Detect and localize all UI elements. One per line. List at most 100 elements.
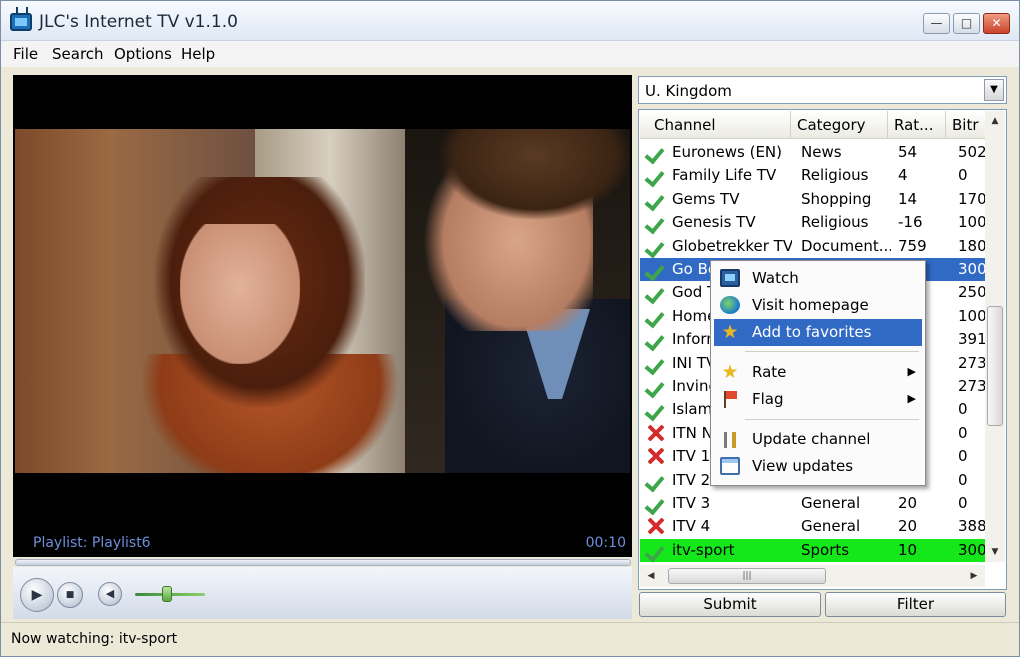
- cell-bitrate: 0: [958, 166, 968, 185]
- menu-item-add-to-favorites[interactable]: ★ Add to favorites: [714, 319, 922, 346]
- cell-category: General: [801, 517, 861, 536]
- cell-bitrate: 100: [958, 213, 987, 232]
- cell-bitrate: 273: [958, 377, 987, 395]
- cell-bitrate: 180: [958, 236, 987, 255]
- table-row[interactable]: Globetrekker TV Document... 759 180: [640, 235, 987, 258]
- cell-channel: ITV 4: [672, 517, 711, 536]
- cell-rating: 20: [898, 494, 918, 512]
- mute-button[interactable]: ◀: [98, 582, 122, 606]
- menu-item-label: Flag: [752, 390, 784, 408]
- column-header-rating[interactable]: Rat...: [888, 111, 946, 139]
- menu-item-label: Visit homepage: [752, 296, 869, 314]
- cell-channel: Gems TV: [672, 189, 740, 208]
- cell-category: Document...: [801, 236, 891, 255]
- table-row[interactable]: itv-sport Sports 10 300: [640, 538, 987, 562]
- menu-help[interactable]: Help: [181, 45, 215, 63]
- check-icon: [645, 164, 667, 187]
- check-icon: [645, 375, 667, 398]
- menu-item-label: Watch: [752, 269, 799, 287]
- menu-item-label: Add to favorites: [752, 323, 872, 341]
- menu-item-flag[interactable]: Flag ▶: [714, 386, 922, 413]
- minimize-button[interactable]: —: [923, 13, 950, 34]
- check-icon: [645, 211, 667, 234]
- table-row[interactable]: Genesis TV Religious -16 100: [640, 211, 987, 234]
- menu-item-visit-homepage[interactable]: Visit homepage: [714, 292, 922, 319]
- cross-icon: [645, 445, 667, 468]
- playlist-label: Playlist: Playlist6: [33, 535, 151, 551]
- title-bar[interactable]: JLC's Internet TV v1.1.0 — □ ✕: [1, 1, 1019, 41]
- table-row[interactable]: ITV 3 General 20 0: [640, 492, 986, 515]
- column-header-bitrate[interactable]: Bitr: [946, 111, 986, 139]
- check-icon: [645, 141, 667, 164]
- cell-rating: 4: [898, 166, 908, 185]
- menu-item-update-channel[interactable]: Update channel: [714, 426, 922, 453]
- country-dropdown[interactable]: U. Kingdom ▼: [638, 76, 1007, 104]
- menu-separator: [745, 351, 919, 352]
- submit-button[interactable]: Submit: [639, 592, 821, 617]
- scroll-left-icon[interactable]: ◀: [643, 568, 659, 584]
- table-row[interactable]: ITV 4 General 20 388: [640, 515, 987, 538]
- star-icon: ★: [721, 321, 739, 343]
- scroll-right-icon[interactable]: ▶: [966, 568, 982, 584]
- menu-item-label: View updates: [752, 457, 854, 475]
- submenu-arrow-icon: ▶: [907, 392, 916, 405]
- chevron-down-icon[interactable]: ▼: [984, 79, 1004, 101]
- cell-bitrate: 273: [958, 353, 987, 372]
- seek-bar[interactable]: [15, 559, 631, 566]
- check-icon: [645, 305, 667, 328]
- channel-list-header: Channel Category Rat... Bitr: [640, 111, 986, 139]
- cell-channel: Euronews (EN): [672, 143, 782, 161]
- stop-button[interactable]: ■: [57, 582, 83, 608]
- tv-icon: [720, 269, 740, 287]
- scroll-up-icon[interactable]: ▲: [987, 113, 1003, 129]
- cell-rating: 54: [898, 143, 918, 161]
- star-icon: ★: [721, 361, 739, 383]
- cell-rating: -16: [898, 213, 923, 232]
- channel-list-hscroll[interactable]: ◀ ||| ▶: [640, 565, 985, 587]
- column-header-channel[interactable]: Channel: [640, 111, 791, 139]
- video-frame[interactable]: [15, 129, 630, 473]
- cell-rating: 14: [898, 189, 918, 208]
- cell-channel: ITV 3: [672, 494, 711, 512]
- channel-list-vscroll-thumb[interactable]: [987, 306, 1003, 426]
- close-button[interactable]: ✕: [983, 13, 1010, 34]
- table-row[interactable]: Gems TV Shopping 14 170: [640, 188, 987, 211]
- cell-channel: Genesis TV: [672, 213, 756, 232]
- column-header-category[interactable]: Category: [791, 111, 888, 139]
- tv-app-icon: [10, 13, 32, 31]
- menu-item-label: Rate: [752, 363, 787, 381]
- menu-options[interactable]: Options: [114, 45, 172, 63]
- channel-list-vscroll[interactable]: ▲ ▼: [985, 111, 1005, 562]
- menu-item-watch[interactable]: Watch: [714, 265, 922, 292]
- table-row[interactable]: Euronews (EN) News 54 502: [640, 141, 987, 164]
- scroll-down-icon[interactable]: ▼: [987, 544, 1003, 560]
- cell-bitrate: 300: [958, 260, 987, 278]
- country-dropdown-value: U. Kingdom: [645, 82, 732, 100]
- cell-channel: Globetrekker TV: [672, 236, 792, 255]
- cell-bitrate: 300: [958, 540, 987, 559]
- video-info-bar: Playlist: Playlist6 00:10: [13, 531, 632, 557]
- filter-button[interactable]: Filter: [825, 592, 1006, 617]
- flag-icon: [720, 390, 740, 408]
- cell-bitrate: 0: [958, 470, 968, 489]
- play-button[interactable]: ▶: [20, 578, 54, 612]
- channel-list-hscroll-thumb[interactable]: |||: [668, 568, 826, 584]
- menu-file[interactable]: File: [13, 45, 38, 63]
- video-figure-man-hair: [440, 129, 630, 219]
- menu-item-rate[interactable]: ★ Rate ▶: [714, 359, 922, 386]
- check-icon: [645, 328, 667, 351]
- cell-category: Shopping: [801, 189, 872, 208]
- cell-bitrate: 388: [958, 517, 987, 536]
- menu-item-view-updates[interactable]: View updates: [714, 453, 922, 480]
- menu-search[interactable]: Search: [52, 45, 104, 63]
- cell-category: News: [801, 143, 842, 161]
- table-row[interactable]: Family Life TV Religious 4 0: [640, 164, 986, 187]
- cell-rating: 20: [898, 517, 918, 536]
- cell-category: Religious: [801, 213, 869, 232]
- maximize-button[interactable]: □: [953, 13, 980, 34]
- cell-channel: Family Life TV: [672, 166, 777, 185]
- check-icon: [645, 469, 667, 492]
- volume-slider-thumb[interactable]: [161, 586, 172, 602]
- cell-bitrate: 391: [958, 330, 987, 349]
- cell-channel: itv-sport: [672, 540, 735, 559]
